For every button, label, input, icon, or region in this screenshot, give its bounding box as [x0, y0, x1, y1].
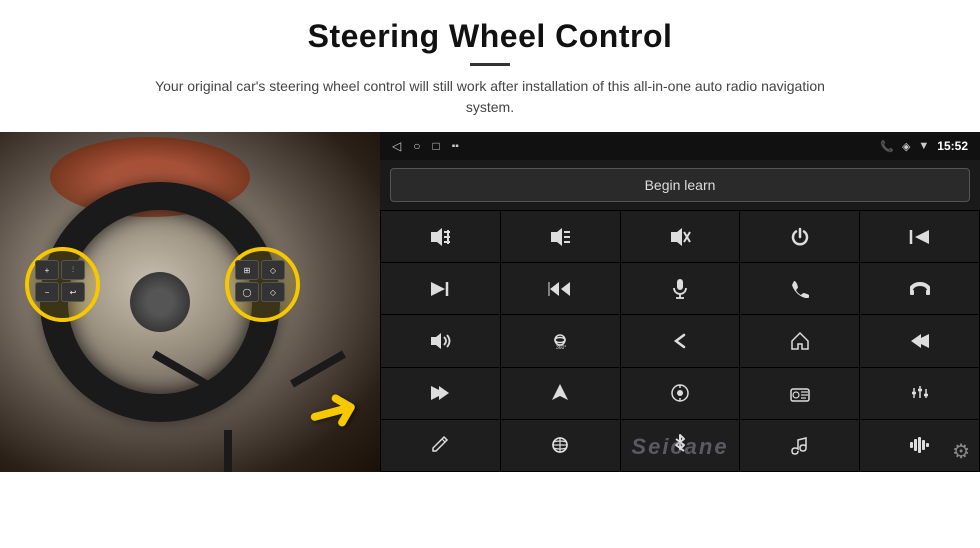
- bluetooth-button[interactable]: [621, 420, 740, 471]
- sw-btn-minus: −: [35, 282, 59, 302]
- title-divider: [470, 63, 510, 66]
- begin-learn-button[interactable]: Begin learn: [390, 168, 970, 202]
- skip-back-button[interactable]: [860, 315, 979, 366]
- header-section: Steering Wheel Control Your original car…: [0, 0, 980, 128]
- navigation-button[interactable]: [501, 368, 620, 419]
- sw-buttons-left: + ⫶ − ↩: [35, 260, 85, 302]
- spoke-bottom: [224, 430, 232, 472]
- settings-gear-button[interactable]: ⚙: [952, 439, 970, 464]
- nav-back-icon[interactable]: ◁: [392, 139, 401, 153]
- status-bar-left: ◁ ○ □ ▪▪: [392, 139, 459, 153]
- hang-up-button[interactable]: [860, 263, 979, 314]
- skip-next-button[interactable]: [381, 263, 500, 314]
- spoke-left: [152, 351, 208, 388]
- page-container: Steering Wheel Control Your original car…: [0, 0, 980, 548]
- camera-360-button[interactable]: 360°: [501, 315, 620, 366]
- begin-learn-row: Begin learn: [380, 160, 980, 210]
- status-time: 15:52: [937, 139, 968, 153]
- sw-btn-dial: ◇: [261, 260, 285, 280]
- subtitle: Your original car's steering wheel contr…: [140, 76, 840, 118]
- menu-button[interactable]: [501, 420, 620, 471]
- eq-button[interactable]: [860, 368, 979, 419]
- android-screen: ◁ ○ □ ▪▪ 📞 ◈ ▼ 15:52 Begin learn: [380, 132, 980, 472]
- mic-button[interactable]: [621, 263, 740, 314]
- wifi-icon: ▼: [918, 140, 929, 152]
- sw-btn-circle: ◯: [235, 282, 259, 302]
- fast-prev-button[interactable]: [501, 263, 620, 314]
- radio-button[interactable]: [740, 368, 859, 419]
- nav-recent-icon[interactable]: □: [432, 139, 439, 153]
- status-bar-right: 📞 ◈ ▼ 15:52: [880, 139, 968, 153]
- svg-text:360°: 360°: [556, 345, 566, 350]
- vol-up-button[interactable]: [381, 211, 500, 262]
- speaker-button[interactable]: [381, 315, 500, 366]
- phone-button[interactable]: [740, 263, 859, 314]
- sw-btn-back: ↩: [61, 282, 85, 302]
- source-button[interactable]: [621, 368, 740, 419]
- phone-status-icon: 📞: [880, 140, 894, 153]
- vol-down-button[interactable]: [501, 211, 620, 262]
- location-icon: ◈: [902, 140, 910, 153]
- power-button[interactable]: [740, 211, 859, 262]
- pen-button[interactable]: [381, 420, 500, 471]
- nav-home-icon[interactable]: ○: [413, 139, 420, 153]
- steering-wheel-image: + ⫶ − ↩ ⊞ ◇ ◯ ◇ ➜: [0, 132, 380, 472]
- sw-btn-diamond: ◇: [261, 282, 285, 302]
- status-bar: ◁ ○ □ ▪▪ 📞 ◈ ▼ 15:52: [380, 132, 980, 160]
- skip-forward-button[interactable]: [381, 368, 500, 419]
- page-title: Steering Wheel Control: [20, 18, 960, 55]
- sw-btn-mode: ⫶: [61, 260, 85, 280]
- music-button[interactable]: [740, 420, 859, 471]
- battery-signal-icon: ▪▪: [452, 141, 459, 152]
- control-grid: 360°: [380, 210, 980, 472]
- mute-button[interactable]: [621, 211, 740, 262]
- sw-btn-media: ⊞: [235, 260, 259, 280]
- content-row: + ⫶ − ↩ ⊞ ◇ ◯ ◇ ➜ ◁ ○: [0, 132, 980, 472]
- sw-buttons-right: ⊞ ◇ ◯ ◇: [235, 260, 285, 302]
- sw-btn-plus: +: [35, 260, 59, 280]
- home-button[interactable]: [740, 315, 859, 366]
- back-button[interactable]: [621, 315, 740, 366]
- android-screen-wrapper: ◁ ○ □ ▪▪ 📞 ◈ ▼ 15:52 Begin learn: [380, 132, 980, 472]
- prev-track-button[interactable]: [860, 211, 979, 262]
